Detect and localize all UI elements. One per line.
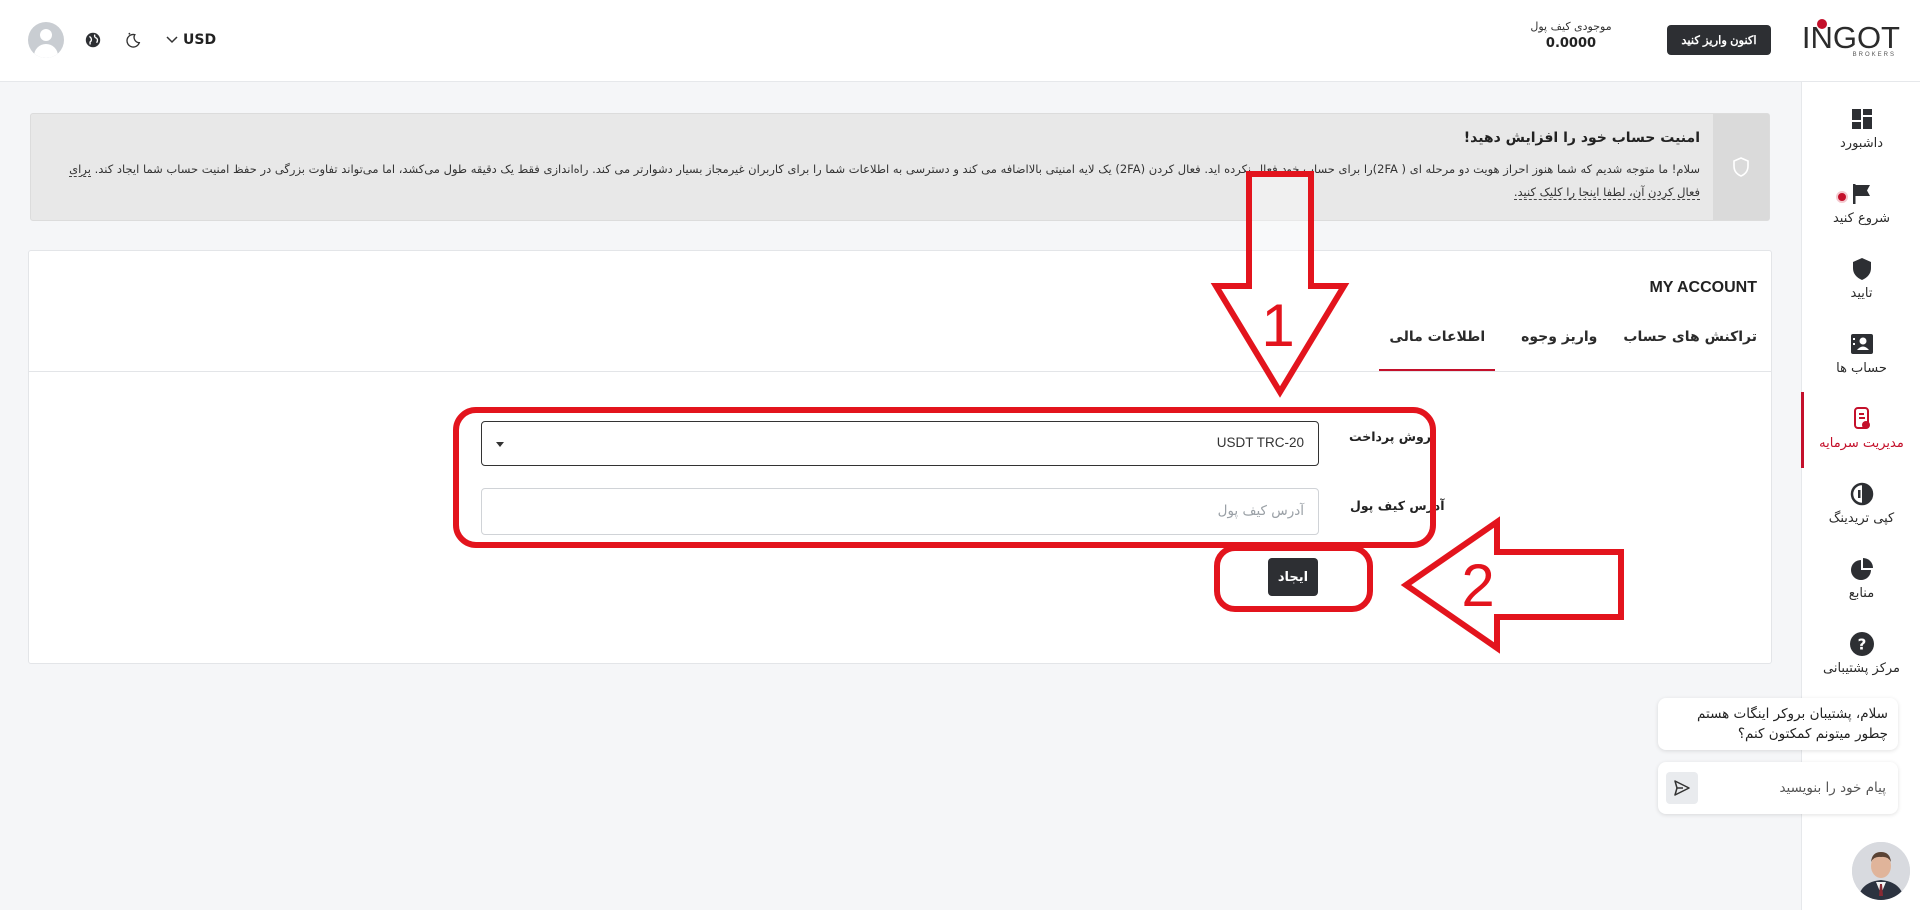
globe-icon[interactable]: [82, 29, 104, 51]
alert-text: سلام! ما متوجه شدیم که شما هنوز احراز هو…: [166, 162, 1700, 176]
sidebar-item-label: مدیریت سرمایه: [1819, 436, 1904, 451]
sidebar-item-label: منابع: [1848, 586, 1875, 601]
create-button[interactable]: ایجاد: [1268, 558, 1318, 596]
notification-dot: [1836, 191, 1848, 203]
deposit-now-button[interactable]: اکنون واریز کنید: [1667, 25, 1771, 55]
sidebar-item-dashboard[interactable]: داشبورد: [1802, 92, 1920, 162]
currency-selector[interactable]: USD: [166, 32, 216, 48]
tab-account-transactions[interactable]: تراکنش های حساب: [1623, 329, 1757, 371]
wallet-address-label: آدرس کیف پول: [1350, 498, 1445, 513]
support-agent-avatar[interactable]: [1852, 842, 1910, 900]
user-avatar[interactable]: [28, 22, 64, 58]
sidebar-item-accounts[interactable]: حساب ها: [1802, 317, 1920, 387]
chat-input[interactable]: پیام خود را بنویسید: [1658, 762, 1898, 814]
logo-subtext: BROKERS: [1852, 52, 1896, 58]
send-icon[interactable]: [1666, 772, 1698, 804]
moon-icon[interactable]: [122, 29, 144, 51]
sidebar-item-resources[interactable]: منابع: [1802, 542, 1920, 612]
alert-body: سلام! ما متوجه شدیم که شما هنوز احراز هو…: [60, 158, 1700, 204]
svg-text:?: ?: [1857, 636, 1866, 654]
currency-label: USD: [183, 32, 217, 48]
tab-deposit-funds[interactable]: واریز وجوه: [1521, 329, 1597, 371]
wallet-address-placeholder: آدرس کیف پول: [1217, 503, 1304, 519]
account-tabs: تراکنش های حساب واریز وجوه اطلاعات مالی: [1353, 329, 1757, 371]
flag-icon: [1850, 179, 1874, 209]
sidebar-item-copy-trading[interactable]: کپی تریدینگ: [1802, 467, 1920, 537]
funds-icon: [1851, 404, 1873, 434]
accounts-icon: [1850, 329, 1874, 359]
sidebar-item-label: حساب ها: [1836, 361, 1887, 376]
chat-message-text: سلام، پشتیبان بروکر اینگات هستم چطور میت…: [1697, 706, 1888, 742]
sidebar-item-label: تایید: [1850, 286, 1873, 301]
sidebar-item-label: شروع کنید: [1832, 211, 1891, 226]
chat-message-bubble: سلام، پشتیبان بروکر اینگات هستم چطور میت…: [1658, 698, 1898, 750]
payment-method-select[interactable]: USDT TRC-20: [481, 421, 1319, 466]
copy-trading-icon: [1849, 479, 1875, 509]
sidebar-item-get-started[interactable]: شروع کنید: [1802, 167, 1920, 237]
header-controls: USD: [28, 22, 216, 58]
payment-method-value: USDT TRC-20: [1216, 435, 1304, 450]
security-alert: امنیت حساب خود را افزایش دهید! سلام! ما …: [30, 113, 1770, 221]
wallet-balance: موجودی کیف پول 0.0000: [1520, 20, 1622, 51]
sidebar-item-label: داشبورد: [1840, 136, 1883, 151]
chat-input-placeholder: پیام خود را بنویسید: [1779, 780, 1886, 796]
pie-chart-icon: [1849, 554, 1875, 584]
alert-icon-panel: [1713, 114, 1769, 220]
alert-text-end: شما ایجاد کند.: [90, 162, 163, 176]
sidebar-item-label: کپی تریدینگ: [1828, 511, 1895, 526]
logo-text: INGOT: [1801, 20, 1900, 55]
shield-outline-icon: [1733, 157, 1749, 177]
shield-icon: [1851, 254, 1873, 284]
sidebar-item-fund-management[interactable]: مدیریت سرمایه: [1801, 392, 1920, 468]
wallet-balance-label: موجودی کیف پول: [1530, 20, 1612, 33]
caret-down-icon: [496, 442, 504, 447]
top-header: USD موجودی کیف پول 0.0000 اکنون واریز کن…: [0, 0, 1920, 82]
alert-title: امنیت حساب خود را افزایش دهید!: [1463, 130, 1700, 146]
dashboard-icon: [1851, 104, 1873, 134]
card-title: MY ACCOUNT: [1649, 279, 1757, 296]
payment-method-label: روش پرداخت: [1349, 429, 1431, 444]
sidebar-item-support-center[interactable]: ? مرکز پشتیبانی: [1802, 617, 1920, 687]
chevron-down-icon: [166, 36, 178, 44]
tab-financial-info[interactable]: اطلاعات مالی: [1379, 329, 1496, 371]
wallet-address-input[interactable]: آدرس کیف پول: [481, 488, 1319, 535]
ingot-logo[interactable]: INGOT BROKERS: [1802, 18, 1900, 58]
sidebar-item-label: مرکز پشتیبانی: [1822, 661, 1901, 676]
tabs-divider: [29, 371, 1771, 372]
sidebar-item-verification[interactable]: تایید: [1802, 242, 1920, 312]
wallet-balance-value: 0.0000: [1545, 36, 1597, 51]
help-icon: ?: [1849, 629, 1875, 659]
